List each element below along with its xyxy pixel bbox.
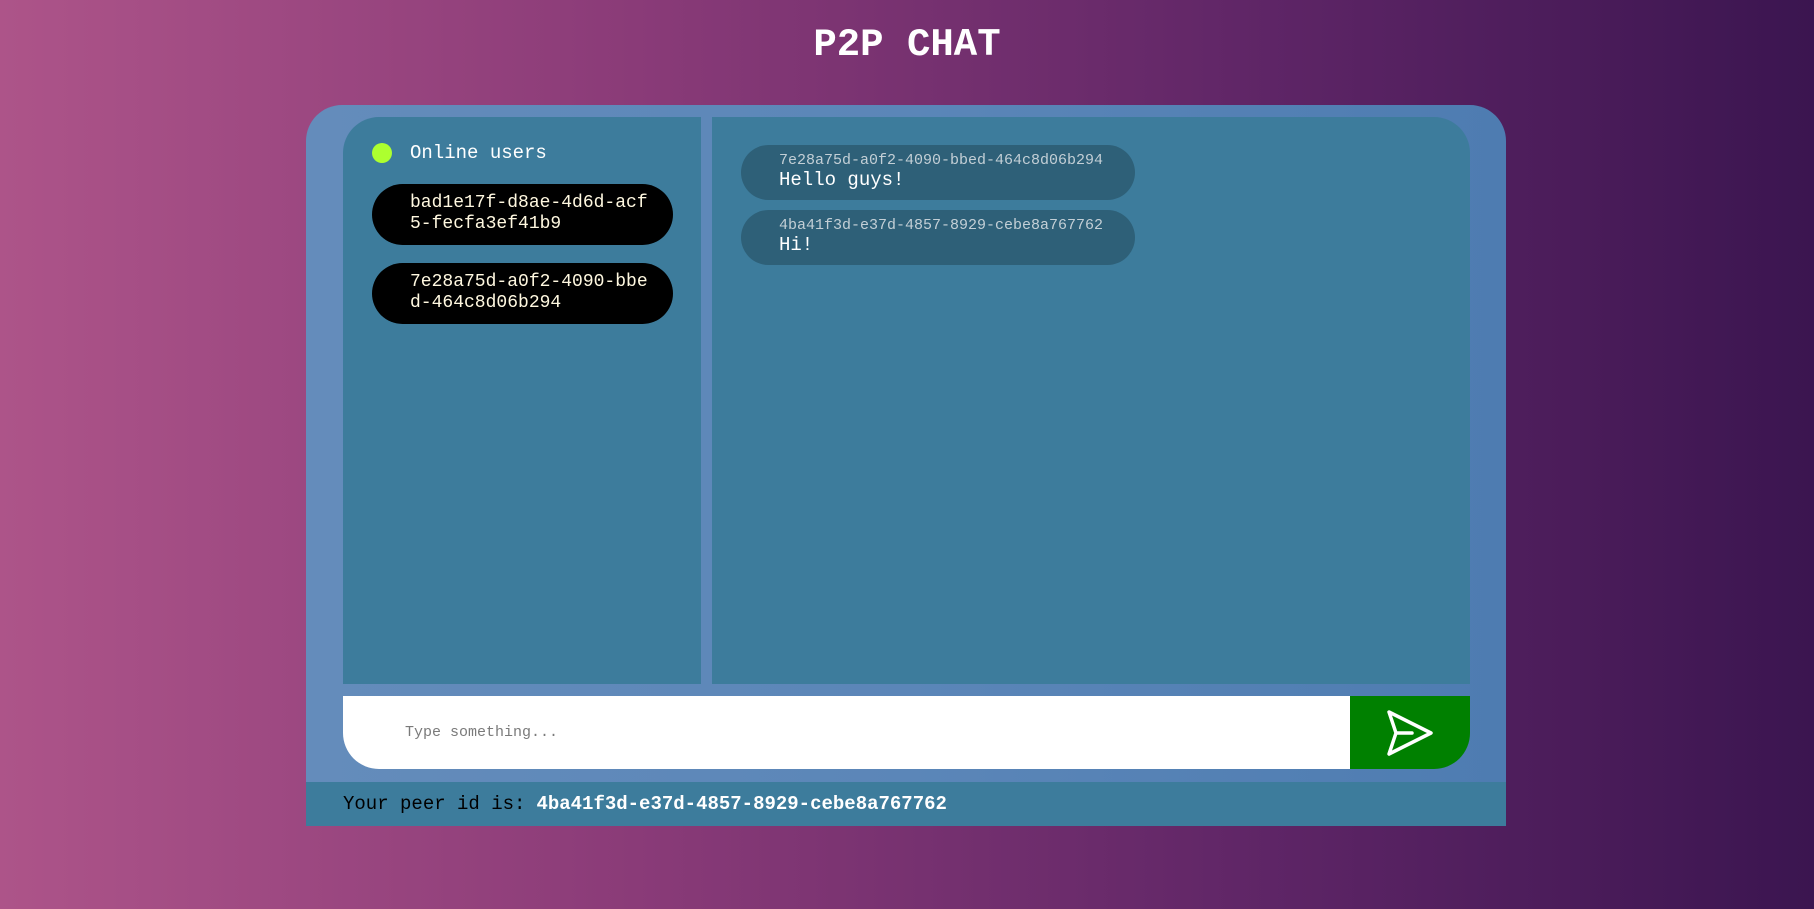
user-item[interactable]: bad1e17f-d8ae-4d6d-acf5-fecfa3ef41b9 bbox=[372, 184, 673, 245]
message-sender: 7e28a75d-a0f2-4090-bbed-464c8d06b294 bbox=[779, 152, 1104, 169]
message-sender: 4ba41f3d-e37d-4857-8929-cebe8a767762 bbox=[779, 217, 1104, 234]
user-list: bad1e17f-d8ae-4d6d-acf5-fecfa3ef41b9 7e2… bbox=[372, 184, 673, 342]
online-users-header: Online users bbox=[372, 142, 547, 164]
message-text: Hello guys! bbox=[779, 169, 905, 191]
message-input[interactable] bbox=[343, 696, 1350, 769]
peer-id-footer: Your peer id is: 4ba41f3d-e37d-4857-8929… bbox=[306, 782, 1506, 826]
message-bubble: 4ba41f3d-e37d-4857-8929-cebe8a767762 Hi! bbox=[741, 210, 1135, 265]
message-composer bbox=[343, 696, 1470, 769]
message-list: 7e28a75d-a0f2-4090-bbed-464c8d06b294 Hel… bbox=[741, 145, 1135, 275]
online-users-sidebar: Online users bad1e17f-d8ae-4d6d-acf5-fec… bbox=[343, 117, 701, 684]
peer-id-value: 4ba41f3d-e37d-4857-8929-cebe8a767762 bbox=[536, 793, 947, 815]
app-title: P2P CHAT bbox=[813, 23, 1001, 67]
online-status-dot-icon bbox=[372, 143, 392, 163]
send-icon bbox=[1387, 709, 1433, 756]
user-item[interactable]: 7e28a75d-a0f2-4090-bbed-464c8d06b294 bbox=[372, 263, 673, 324]
send-button[interactable] bbox=[1350, 696, 1470, 769]
peer-id-label: Your peer id is: bbox=[343, 793, 526, 815]
chat-card: Online users bad1e17f-d8ae-4d6d-acf5-fec… bbox=[306, 105, 1506, 826]
message-text: Hi! bbox=[779, 234, 814, 256]
message-bubble: 7e28a75d-a0f2-4090-bbed-464c8d06b294 Hel… bbox=[741, 145, 1135, 200]
online-users-label: Online users bbox=[410, 142, 547, 164]
chat-messages-panel: 7e28a75d-a0f2-4090-bbed-464c8d06b294 Hel… bbox=[712, 117, 1470, 684]
